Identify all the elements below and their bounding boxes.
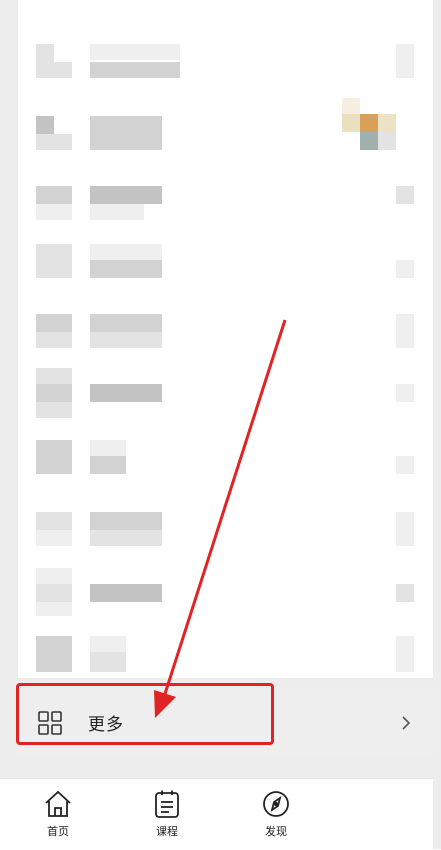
- blurred-chevron: [396, 260, 414, 278]
- blurred-icon: [36, 262, 72, 278]
- blurred-icon: [36, 44, 54, 62]
- blurred-icon: [36, 568, 72, 584]
- blurred-label: [90, 332, 162, 348]
- tab-label: 首页: [47, 825, 69, 838]
- blurred-icon: [36, 636, 72, 672]
- tab-course[interactable]: 课程: [137, 789, 197, 845]
- blurred-icon: [36, 244, 72, 262]
- blurred-label: [90, 62, 180, 78]
- blurred-chevron: [396, 512, 414, 546]
- list-item[interactable]: [18, 312, 433, 374]
- blurred-icon: [36, 530, 72, 546]
- blurred-chevron: [396, 456, 414, 474]
- tab-discover[interactable]: 发现: [246, 789, 306, 845]
- tab-label: 课程: [156, 825, 178, 838]
- blurred-label: [90, 440, 126, 456]
- blurred-badge: [342, 114, 360, 132]
- blurred-label: [90, 260, 162, 278]
- blurred-chevron: [396, 314, 414, 348]
- home-icon: [45, 790, 71, 817]
- chevron-right-icon: [401, 715, 411, 730]
- menu-list: [18, 0, 433, 678]
- blurred-label: [90, 116, 162, 150]
- blurred-icon: [36, 204, 72, 220]
- bottom-tab-bar: 首页 课程 发现: [0, 778, 441, 850]
- blurred-icon: [36, 116, 54, 134]
- blurred-badge: [360, 132, 378, 150]
- blurred-chevron: [396, 384, 414, 402]
- blurred-label: [90, 652, 126, 672]
- blurred-icon: [36, 584, 72, 602]
- blurred-label: [90, 44, 180, 60]
- blurred-label: [90, 244, 162, 260]
- list-item[interactable]: [18, 566, 433, 628]
- list-item[interactable]: [18, 180, 433, 242]
- blurred-label: [90, 456, 126, 474]
- blurred-label: [90, 636, 126, 652]
- list-item[interactable]: [18, 366, 433, 428]
- list-item[interactable]: [18, 510, 433, 572]
- blurred-chevron: [396, 44, 414, 78]
- tab-home[interactable]: 首页: [28, 789, 88, 845]
- blurred-badge: [360, 114, 378, 132]
- list-item[interactable]: [18, 438, 433, 500]
- scroll-edge: [433, 0, 441, 849]
- blurred-icon: [36, 332, 72, 348]
- blurred-chevron: [396, 584, 414, 602]
- blurred-icon: [36, 368, 72, 384]
- tab-label: 发现: [265, 825, 287, 838]
- blurred-label: [90, 314, 162, 332]
- blurred-label: [90, 186, 162, 204]
- blurred-label: [90, 204, 144, 220]
- blurred-icon: [36, 440, 72, 474]
- blurred-icon: [36, 134, 72, 150]
- blurred-chevron: [396, 186, 414, 204]
- blurred-badge: [378, 132, 396, 150]
- blurred-icon: [36, 62, 72, 78]
- blurred-label: [90, 530, 162, 546]
- blurred-chevron: [396, 636, 414, 672]
- discover-icon: [263, 791, 289, 817]
- blurred-icon: [36, 402, 72, 418]
- course-icon: [155, 790, 179, 818]
- highlight-annotation-box: [16, 683, 274, 745]
- blurred-icon: [36, 512, 72, 530]
- blurred-label: [90, 584, 162, 602]
- blurred-label: [90, 384, 162, 402]
- list-item[interactable]: [18, 38, 433, 100]
- blurred-badge: [342, 98, 360, 114]
- list-item[interactable]: [18, 98, 433, 172]
- blurred-label: [90, 512, 162, 530]
- blurred-icon: [36, 602, 72, 616]
- blurred-icon: [36, 384, 72, 402]
- list-item[interactable]: [18, 240, 433, 302]
- blurred-icon: [36, 314, 72, 332]
- blurred-badge: [378, 114, 396, 132]
- blurred-icon: [36, 186, 72, 204]
